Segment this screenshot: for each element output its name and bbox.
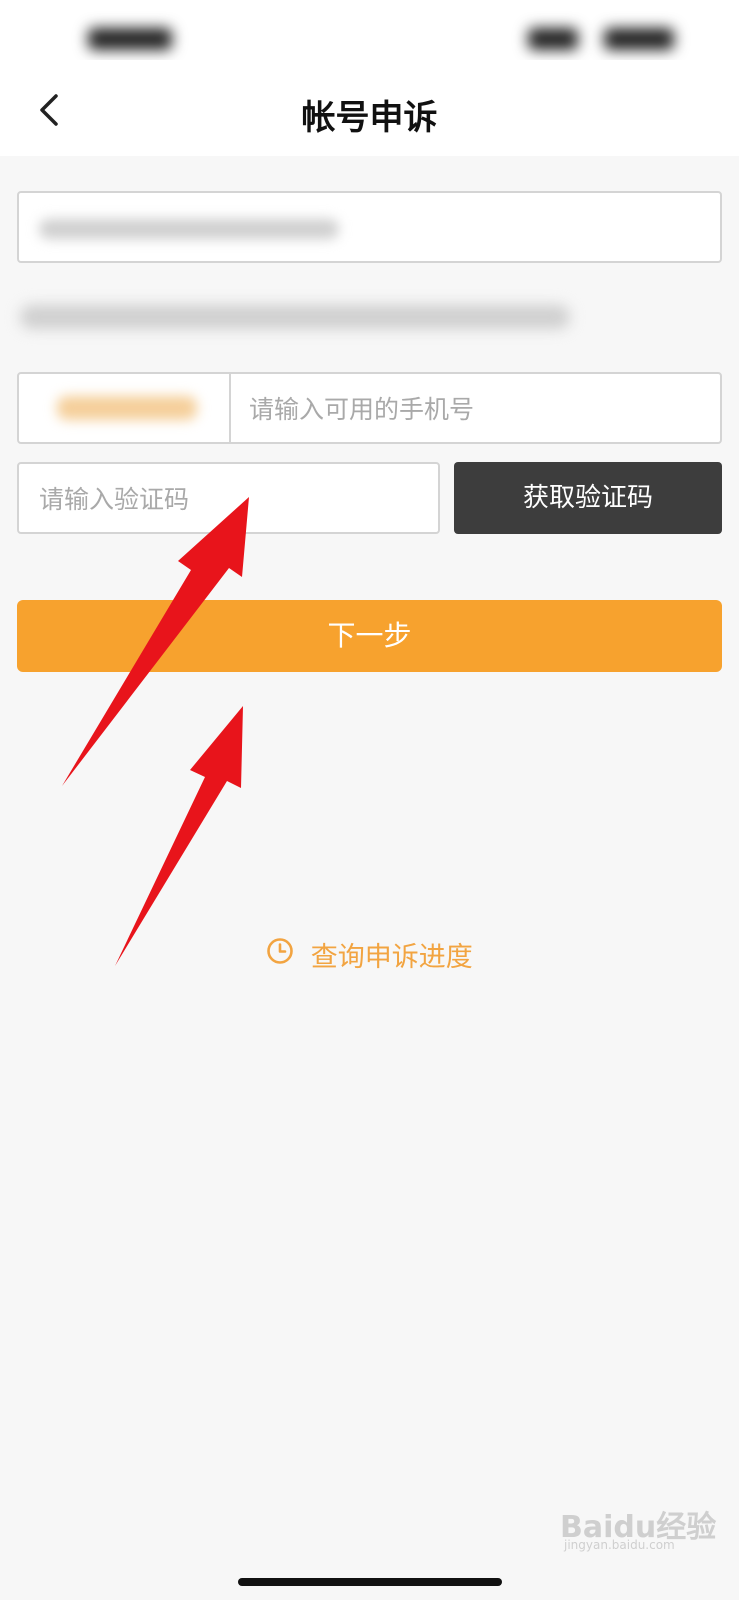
- status-time-blurred: [88, 28, 172, 50]
- watermark-subtext: jingyan.baidu.com: [564, 1538, 675, 1552]
- get-code-button[interactable]: 获取验证码: [454, 462, 722, 534]
- country-code-blurred: [57, 396, 197, 420]
- nav-bar: 帐号申诉: [0, 60, 739, 156]
- next-step-button[interactable]: 下一步: [17, 600, 722, 672]
- signal-icon: [528, 28, 578, 50]
- account-field[interactable]: [17, 191, 722, 263]
- page-title: 帐号申诉: [301, 98, 438, 138]
- verification-code-input[interactable]: [37, 464, 431, 534]
- query-progress-label: 查询申诉进度: [310, 942, 473, 973]
- annotation-arrow-lower: [115, 706, 243, 966]
- phone-field: [17, 372, 722, 444]
- verification-code-field: [17, 462, 440, 534]
- battery-icon: [604, 28, 674, 50]
- query-progress-link[interactable]: 查询申诉进度: [0, 935, 739, 975]
- hint-text-blurred: [20, 305, 570, 329]
- country-code-selector[interactable]: [19, 374, 231, 442]
- phone-input[interactable]: [247, 374, 711, 444]
- clock-icon: [266, 937, 294, 972]
- baidu-watermark-logo: Baidu经验 jingyan.baidu.com: [560, 1502, 716, 1552]
- status-bar: [0, 0, 739, 60]
- account-value-blurred: [39, 219, 339, 239]
- home-indicator: [238, 1578, 502, 1586]
